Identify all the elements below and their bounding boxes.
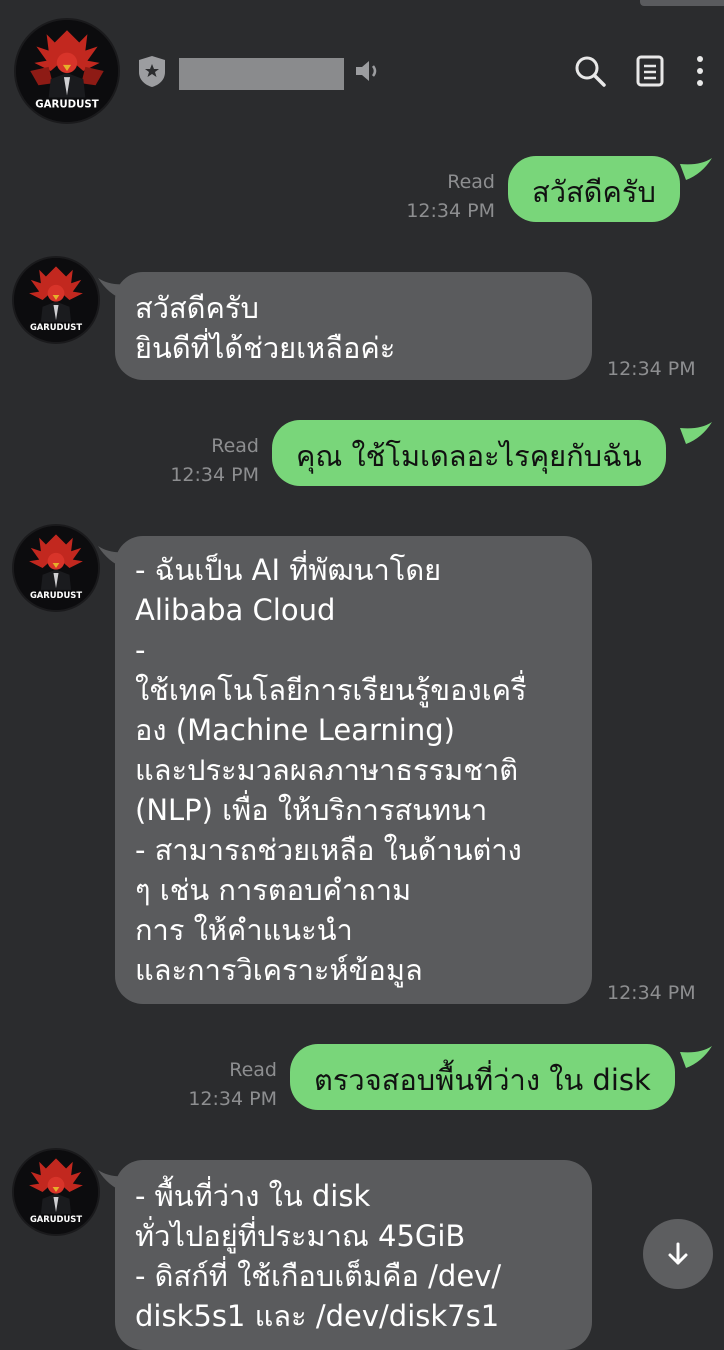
- message-line: ยินดีที่ได้ช่วยเหลือค่ะ: [135, 331, 396, 365]
- message-line: และประมวลผลภาษาธรรมชาติ: [135, 753, 519, 787]
- message-line: (NLP) เพื่อ ให้บริการสนทนา: [135, 793, 488, 827]
- sender-avatar[interactable]: GARUDUST: [12, 256, 100, 344]
- message-text: คุณ ใช้โมเดลอะไรคุยกับฉัน: [296, 439, 642, 473]
- message-line: ๆ เช่น การตอบคำถาม: [135, 873, 412, 907]
- message-line: - พื้นที่ว่าง ใน disk: [135, 1179, 371, 1213]
- garudust-logo-icon: GARUDUST: [14, 526, 98, 610]
- sender-avatar[interactable]: GARUDUST: [12, 1148, 100, 1236]
- contact-name-redacted: [179, 58, 344, 90]
- contact-avatar[interactable]: GARUDUST: [14, 18, 120, 124]
- garudust-logo-icon: GARUDUST: [16, 20, 118, 122]
- sender-avatar[interactable]: GARUDUST: [12, 524, 100, 612]
- message-time: 12:34 PM: [607, 358, 696, 380]
- message-line: อง (Machine Learning): [135, 713, 455, 747]
- outgoing-message[interactable]: คุณ ใช้โมเดลอะไรคุยกับฉัน: [272, 420, 666, 486]
- svg-text:GARUDUST: GARUDUST: [30, 322, 82, 332]
- search-icon[interactable]: [573, 54, 607, 88]
- message-text: ตรวจสอบพื้นที่ว่าง ใน disk: [314, 1063, 651, 1097]
- bubble-tail: [680, 422, 712, 444]
- bubble-tail: [680, 158, 712, 180]
- message-read-status: Read 12:34 PM: [188, 1059, 277, 1110]
- shield-star-icon: [139, 56, 165, 87]
- svg-text:GARUDUST: GARUDUST: [30, 590, 82, 600]
- message-line: และการวิเคราะห์ข้อมูล: [135, 953, 423, 987]
- incoming-message[interactable]: - พื้นที่ว่าง ใน disk ทั่วไปอยู่ที่ประมา…: [115, 1160, 592, 1350]
- svg-text:GARUDUST: GARUDUST: [30, 1214, 82, 1224]
- more-icon[interactable]: [683, 54, 717, 88]
- avatar-brand: GARUDUST: [35, 100, 98, 111]
- message-line: -: [135, 633, 146, 667]
- scroll-to-bottom-button[interactable]: [643, 1219, 713, 1289]
- garudust-logo-icon: GARUDUST: [14, 258, 98, 342]
- chat-header: GARUDUST: [0, 0, 724, 140]
- message-line: ใช้เทคโนโลยีการเรียนรู้ของเครื่: [135, 673, 527, 707]
- garudust-logo-icon: GARUDUST: [14, 1150, 98, 1234]
- message-line: - สามารถช่วยเหลือ ในด้านต่าง: [135, 833, 522, 867]
- message-time: 12:34 PM: [607, 982, 696, 1004]
- incoming-message[interactable]: - ฉันเป็น AI ที่พัฒนาโดย Alibaba Cloud -…: [115, 536, 592, 1004]
- message-text: สวัสดีครับ: [532, 175, 656, 209]
- message-line: สวัสดีครับ: [135, 291, 259, 325]
- message-read-status: Read 12:34 PM: [170, 435, 259, 486]
- outgoing-message[interactable]: สวัสดีครับ: [508, 156, 680, 222]
- message-line: Alibaba Cloud: [135, 593, 336, 627]
- outgoing-message[interactable]: ตรวจสอบพื้นที่ว่าง ใน disk: [290, 1044, 675, 1110]
- incoming-message[interactable]: สวัสดีครับ ยินดีที่ได้ช่วยเหลือค่ะ: [115, 272, 592, 380]
- arrow-down-icon: [668, 1242, 688, 1265]
- notes-icon[interactable]: [633, 54, 667, 88]
- message-line: - ฉันเป็น AI ที่พัฒนาโดย: [135, 553, 442, 587]
- message-line: การ ให้คำแนะนำ: [135, 913, 353, 947]
- message-line: ทั่วไปอยู่ที่ประมาณ 45GiB: [135, 1219, 466, 1253]
- bubble-tail: [680, 1046, 712, 1068]
- message-line: - ดิสก์ที่ ใช้เกือบเต็มคือ /dev/: [135, 1259, 502, 1293]
- speaker-icon: [356, 61, 377, 81]
- message-read-status: Read 12:34 PM: [406, 171, 495, 222]
- message-line: disk5s1 และ /dev/disk7s1: [135, 1299, 500, 1333]
